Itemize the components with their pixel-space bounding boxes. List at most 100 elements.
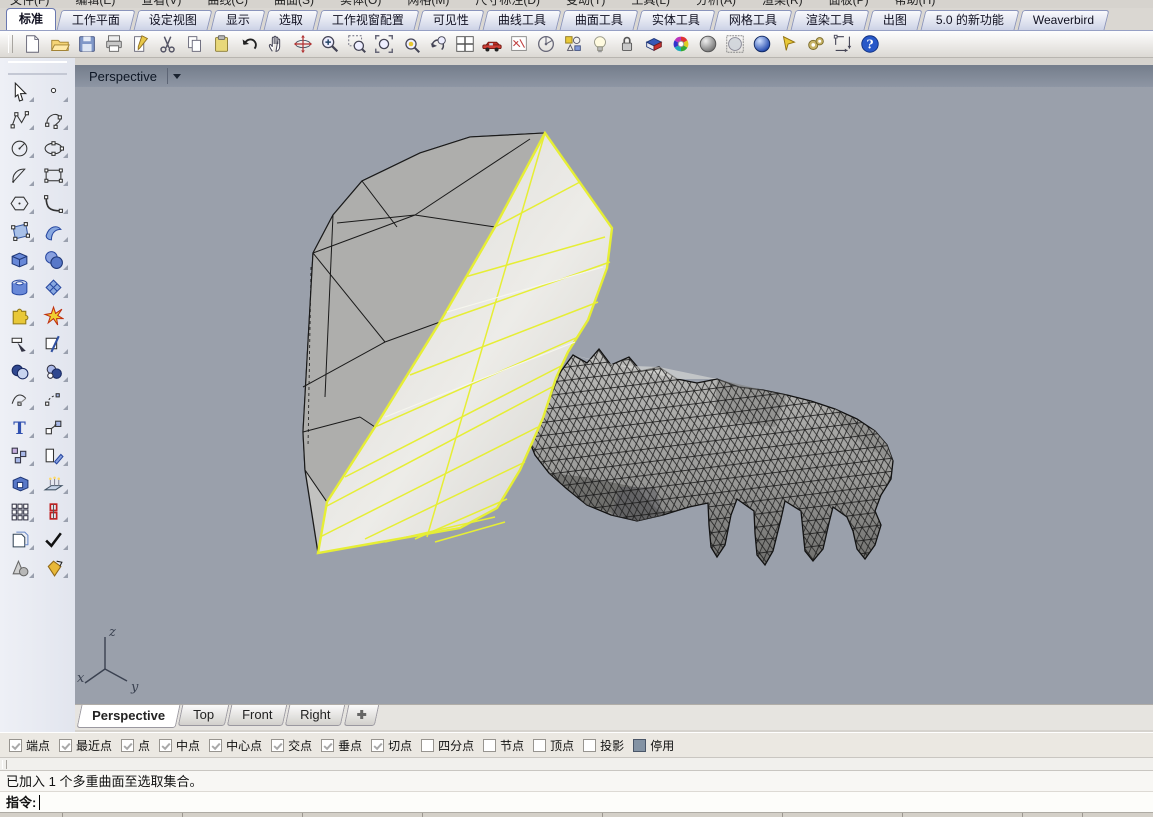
save-file-icon[interactable] xyxy=(73,32,100,57)
select-arrow-icon[interactable] xyxy=(4,78,36,104)
dimension-icon[interactable] xyxy=(829,32,856,57)
selection-filter-icon[interactable] xyxy=(559,32,586,57)
undo-icon[interactable] xyxy=(235,32,262,57)
osnap-顶点[interactable]: 顶点 xyxy=(533,737,574,754)
toolbar-tab[interactable]: 5.0 的新功能 xyxy=(921,10,1020,30)
polysurface-shoulder[interactable] xyxy=(303,133,612,553)
print-icon[interactable] xyxy=(100,32,127,57)
boolean-union-icon[interactable] xyxy=(4,358,36,384)
menu-item[interactable]: 实体(O) xyxy=(340,0,381,8)
move-icon[interactable] xyxy=(38,414,70,440)
osnap-点[interactable]: 点 xyxy=(121,737,150,754)
array-icon[interactable] xyxy=(4,498,36,524)
menu-item[interactable]: 工具(L) xyxy=(631,0,670,8)
osnap-checkbox[interactable] xyxy=(59,739,72,752)
toolbar-tab[interactable]: 曲面工具 xyxy=(560,10,639,30)
layers-icon[interactable] xyxy=(4,526,36,552)
cone-icon[interactable] xyxy=(4,554,36,580)
osnap-中心点[interactable]: 中心点 xyxy=(209,737,262,754)
toolbar-tab[interactable]: 曲线工具 xyxy=(483,10,562,30)
arc-icon[interactable] xyxy=(4,162,36,188)
osnap-checkbox[interactable] xyxy=(321,739,334,752)
viewport-tab-perspective[interactable]: Perspective xyxy=(77,705,181,728)
gem-icon[interactable] xyxy=(38,554,70,580)
menu-item[interactable]: 分析(A) xyxy=(696,0,736,8)
osnap-checkbox[interactable] xyxy=(483,739,496,752)
osnap-垂点[interactable]: 垂点 xyxy=(321,737,362,754)
toolbar-tab[interactable]: 可见性 xyxy=(418,10,485,30)
menu-item[interactable]: 尺寸标注(D) xyxy=(475,0,540,8)
options-icon[interactable] xyxy=(802,32,829,57)
boolean-difference-icon[interactable] xyxy=(38,358,70,384)
split-icon[interactable] xyxy=(38,330,70,356)
osnap-checkbox[interactable] xyxy=(583,739,596,752)
extend-curve-icon[interactable] xyxy=(38,386,70,412)
box-icon[interactable] xyxy=(4,246,36,272)
osnap-四分点[interactable]: 四分点 xyxy=(421,737,474,754)
ellipse-icon[interactable] xyxy=(38,134,70,160)
polygon-icon[interactable] xyxy=(4,190,36,216)
viewport-dropdown-icon[interactable] xyxy=(173,74,181,79)
toolbar-tab[interactable]: 标准 xyxy=(6,8,56,30)
zoom-window-icon[interactable] xyxy=(343,32,370,57)
cylinder-icon[interactable] xyxy=(4,274,36,300)
toolbar-tab[interactable]: 出图 xyxy=(868,10,923,30)
text-icon[interactable]: T xyxy=(4,414,36,440)
menu-item[interactable]: 曲面(S) xyxy=(274,0,314,8)
circle-icon[interactable] xyxy=(4,134,36,160)
osnap-最近点[interactable]: 最近点 xyxy=(59,737,112,754)
toolbar-tab[interactable]: Weaverbird xyxy=(1018,10,1110,30)
block-red-icon[interactable] xyxy=(38,498,70,524)
group-icon[interactable] xyxy=(4,442,36,468)
copy-object-icon[interactable] xyxy=(38,442,70,468)
menu-item[interactable]: 面板(P) xyxy=(829,0,869,8)
solid-tools-icon[interactable] xyxy=(4,470,36,496)
toolbar-tab[interactable]: 网格工具 xyxy=(714,10,793,30)
export-icon[interactable] xyxy=(127,32,154,57)
osnap-checkbox[interactable] xyxy=(159,739,172,752)
command-dock-grip[interactable] xyxy=(0,757,1153,771)
menu-item[interactable]: 文件(F) xyxy=(10,0,49,8)
osnap-端点[interactable]: 端点 xyxy=(9,737,50,754)
zoom-extents-icon[interactable] xyxy=(370,32,397,57)
osnap-checkbox[interactable] xyxy=(271,739,284,752)
trim-icon[interactable] xyxy=(4,330,36,356)
zoom-selected-icon[interactable] xyxy=(397,32,424,57)
rendered-view-icon[interactable] xyxy=(748,32,775,57)
osnap-checkbox[interactable] xyxy=(9,739,22,752)
viewport-tab-top[interactable]: Top xyxy=(178,705,229,726)
viewport-titlebar[interactable]: Perspective xyxy=(75,65,1153,87)
osnap-中点[interactable]: 中点 xyxy=(159,737,200,754)
viewport-tab-right[interactable]: Right xyxy=(285,705,346,726)
toolbar-tab[interactable]: 显示 xyxy=(211,10,266,30)
osnap-checkbox[interactable] xyxy=(421,739,434,752)
toolbar-tab[interactable]: 选取 xyxy=(264,10,319,30)
osnap-checkbox[interactable] xyxy=(209,739,222,752)
osnap-投影[interactable]: 投影 xyxy=(583,737,624,754)
paste-icon[interactable] xyxy=(208,32,235,57)
menu-item[interactable]: 渲染(R) xyxy=(762,0,803,8)
osnap-节点[interactable]: 节点 xyxy=(483,737,524,754)
viewport-tab-front[interactable]: Front xyxy=(227,705,288,726)
surface-patch-icon[interactable] xyxy=(38,274,70,300)
color-wheel-icon[interactable] xyxy=(667,32,694,57)
named-view-icon[interactable] xyxy=(478,32,505,57)
cut-icon[interactable] xyxy=(154,32,181,57)
menu-item[interactable]: 网格(M) xyxy=(407,0,449,8)
curve-handle-icon[interactable] xyxy=(4,386,36,412)
ghosted-view-icon[interactable] xyxy=(721,32,748,57)
menu-item[interactable]: 帮助(H) xyxy=(895,0,936,8)
zoom-in-icon[interactable] xyxy=(316,32,343,57)
menu-item[interactable]: 变动(T) xyxy=(566,0,605,8)
menu-item[interactable]: 曲线(C) xyxy=(207,0,248,8)
toolbar-grip[interactable] xyxy=(8,35,13,53)
flag-icon[interactable] xyxy=(775,32,802,57)
mesh-hand[interactable] xyxy=(527,349,893,565)
osnap-停用[interactable]: 停用 xyxy=(633,737,674,754)
surface-pins-icon[interactable] xyxy=(38,470,70,496)
toolbar-tab[interactable]: 工作视窗配置 xyxy=(317,10,420,30)
osnap-checkbox[interactable] xyxy=(533,739,546,752)
render-icon[interactable] xyxy=(640,32,667,57)
explode-icon[interactable] xyxy=(38,302,70,328)
add-viewport-tab-button[interactable] xyxy=(343,705,378,726)
